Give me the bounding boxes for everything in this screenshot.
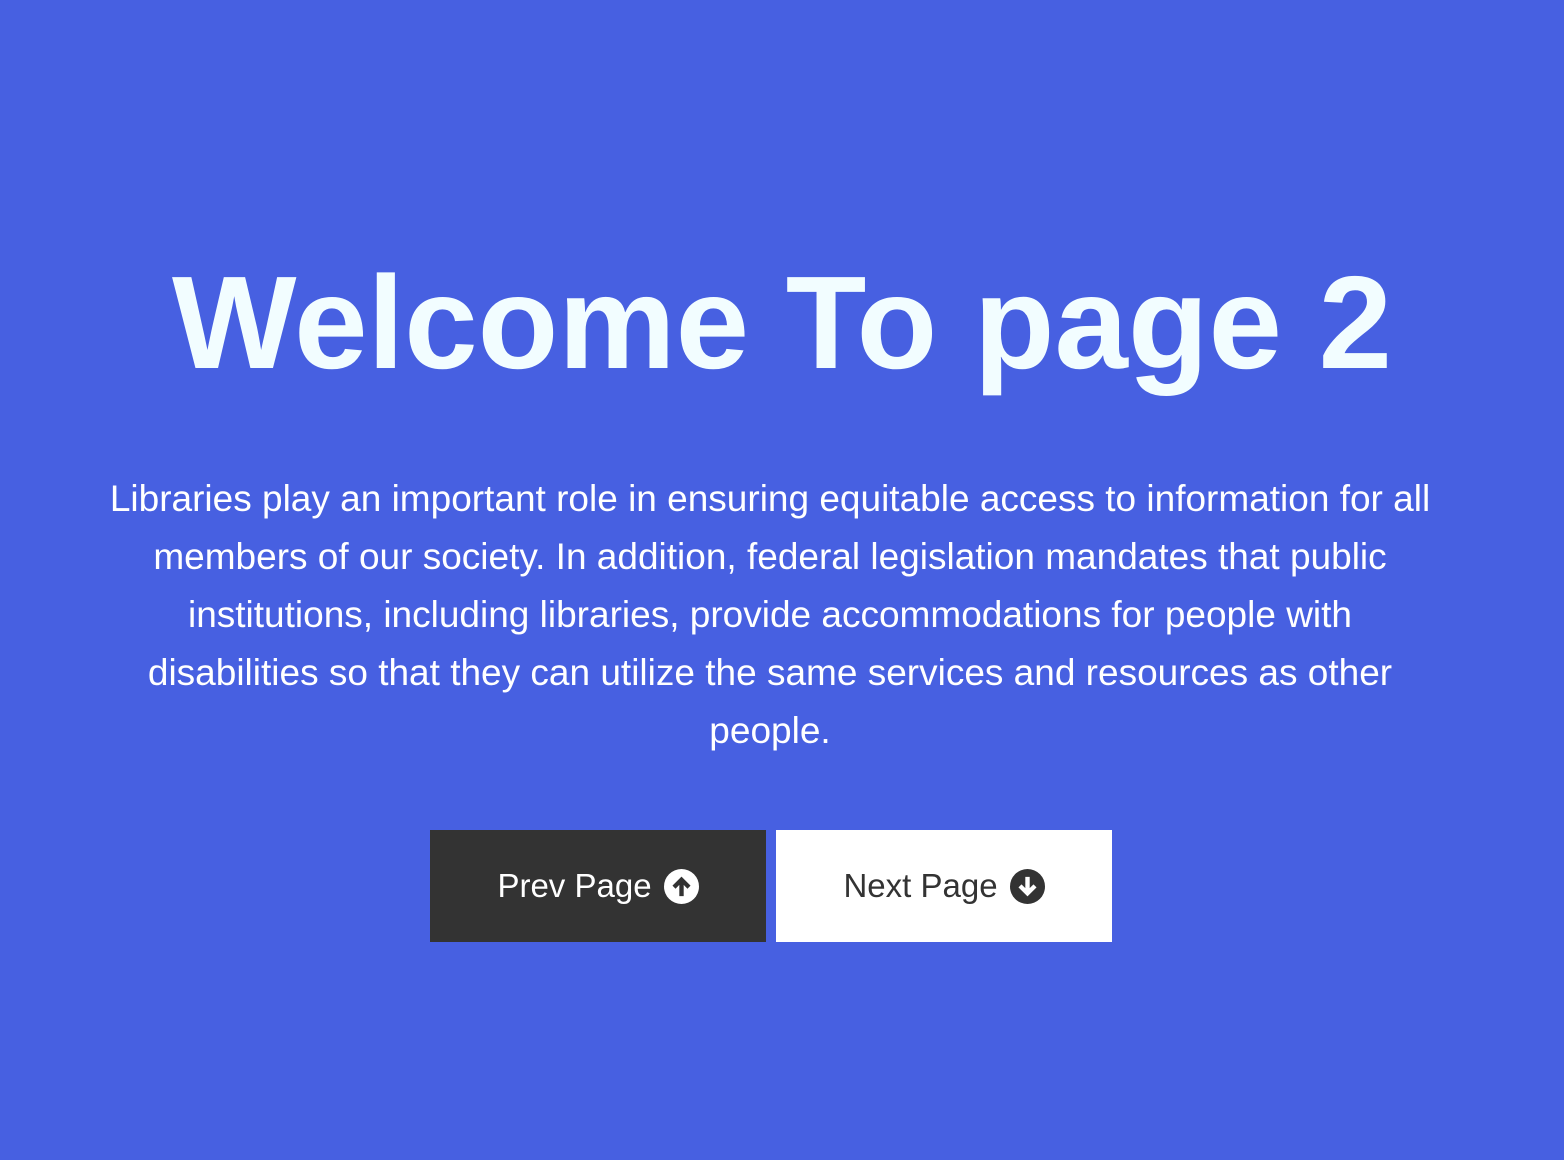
arrow-circle-up-icon <box>663 868 699 904</box>
arrow-circle-down-icon <box>1009 868 1045 904</box>
page: Welcome To page 2 Libraries play an impo… <box>0 0 1564 1160</box>
intro-paragraph: Libraries play an important role in ensu… <box>109 478 1431 751</box>
prev-page-label: Prev Page <box>497 867 652 904</box>
prev-page-button[interactable]: Prev Page <box>430 830 766 942</box>
next-page-label: Next Page <box>843 867 998 904</box>
page-title: Welcome To page 2 <box>171 249 1393 396</box>
pagination-buttons: Prev Page Next Page <box>430 830 1112 942</box>
next-page-button[interactable]: Next Page <box>776 830 1112 942</box>
